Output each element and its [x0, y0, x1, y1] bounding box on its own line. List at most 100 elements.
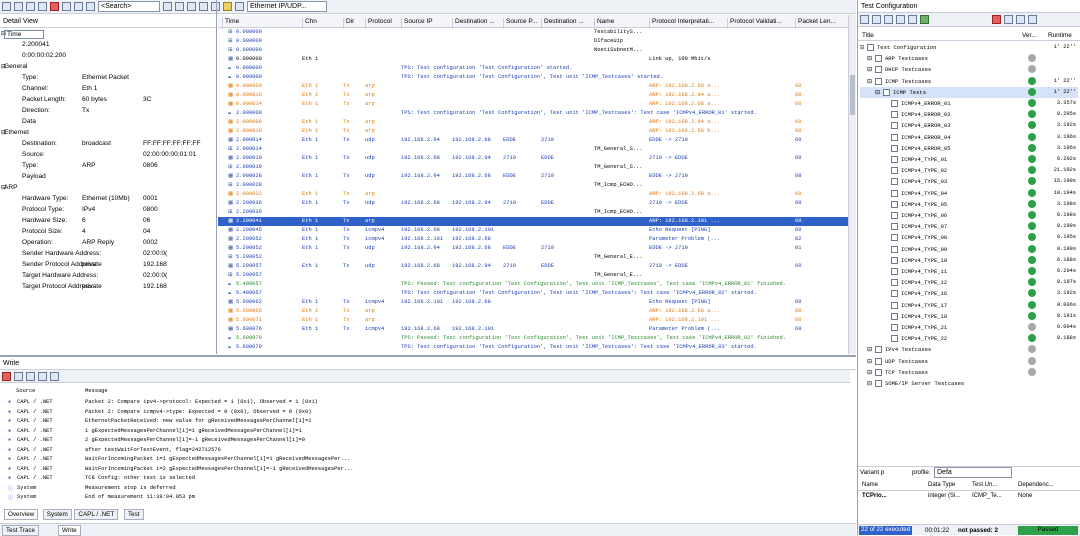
cfg-row[interactable]: ⊟ UDP Testcases: [860, 356, 1078, 367]
trace-row[interactable]: ⊞ 2.000019 TM_General_S...: [218, 163, 848, 172]
trace-row[interactable]: ▦ 2.200052 Eth 1 Tx icmpv4 192.168.2.101 192.1…: [218, 235, 848, 244]
cfg-row[interactable]: ⊟ ICMP Tests 1' 22'': [860, 86, 1078, 98]
checkbox[interactable]: [875, 368, 882, 376]
cfg-row[interactable]: ICMPv4_TYPE_21 0.004s: [860, 322, 1078, 333]
checkbox[interactable]: [891, 156, 898, 163]
write-tab-1[interactable]: System: [42, 509, 72, 520]
cfg-row[interactable]: ⊟ Test Configuration 1' 22'': [860, 42, 1078, 53]
trace-row[interactable]: ▦ 2.200045 Eth 1 Tx icmpv4 192.168.2.68 192.16…: [218, 226, 848, 235]
checkbox[interactable]: [891, 178, 898, 186]
detail-row[interactable]: Packet Length: 60 bytes 3C: [0, 95, 217, 106]
run-all-icon[interactable]: [920, 15, 929, 24]
checkbox[interactable]: [891, 189, 898, 197]
checkbox[interactable]: [891, 223, 898, 231]
detail-row[interactable]: 0:00:00:02.200: [0, 51, 217, 62]
cfg-row[interactable]: ⊟ TCP Testcases: [860, 367, 1078, 378]
checkbox[interactable]: [891, 290, 898, 298]
settings-icon[interactable]: [1016, 15, 1025, 24]
trace-row[interactable]: ▦ 5.600062 Eth 1 Tx icmpv4 192.168.2.101 192.1…: [218, 298, 848, 307]
detail-row[interactable]: Channel: Eth 1: [0, 84, 217, 95]
detail-row[interactable]: ⊟ Ethernet: [0, 128, 217, 139]
cfg-row[interactable]: ICMPv4_TYPE_10 6.188s: [860, 255, 1078, 266]
trace-row[interactable]: ⊞ 2.000028 TM_Icmp_ECHO...: [218, 181, 848, 190]
pause-icon[interactable]: [872, 15, 881, 24]
detail-row[interactable]: Target Hardware Address: 02:00:0(: [0, 271, 217, 282]
copy-icon[interactable]: [14, 371, 23, 381]
cfg-row[interactable]: ICMPv4_TYPE_16 3.192s: [860, 288, 1078, 299]
cfg-row[interactable]: ⊟ ARP Testcases: [860, 53, 1078, 64]
cfg-row[interactable]: ICMPv4_TYPE_22 0.188s: [860, 333, 1078, 344]
trace-row[interactable]: ▦ 2.200041 Eth 1 Tx arp ARP: 192.168.2.101 ..…: [218, 217, 848, 226]
trace-row[interactable]: ▬ 5.600079 TPS: Passed: Test configuration…: [218, 334, 848, 343]
cfg-row[interactable]: ICMPv4_TYPE_01 0.202s: [860, 154, 1078, 165]
write-row[interactable]: ● CAPL / .NET 2 gExpectedMessagesPerChanne…: [0, 436, 850, 445]
write-row[interactable]: ● CAPL / .NET TC8 Config: other test is se…: [0, 474, 850, 483]
trace-row[interactable]: ▦ 0.000014 Eth 1 Tx arp ARP: 192.168.2.68 a..…: [218, 100, 848, 109]
detail-row[interactable]: Hardware Size: 6 06: [0, 216, 217, 227]
write-tab-0[interactable]: Overview: [4, 509, 39, 520]
detail-row[interactable]: Destination: broadcast FF:FF:FF:FF:FF:FF: [0, 139, 217, 150]
checkbox[interactable]: [891, 144, 898, 152]
expand-icon[interactable]: ⊟: [867, 55, 872, 62]
cfg-row[interactable]: ICMPv4_TYPE_18 0.191s: [860, 311, 1078, 322]
detail-row[interactable]: Type: Ethernet Packet: [0, 73, 217, 84]
checkbox[interactable]: [891, 312, 898, 320]
checkbox[interactable]: [875, 346, 882, 354]
trace-row[interactable]: ▬ 2.000000 TPS: Test configuration 'Test C…: [218, 109, 848, 118]
detail-row[interactable]: Data: [0, 117, 217, 128]
trace-row[interactable]: ⊞ 0.000000 NoetiSubnetM...: [218, 46, 848, 55]
trace-row[interactable]: ▦ 2.000032 Eth 1 Tx arp ARP: 192.168.2.68 a..…: [218, 190, 848, 199]
clear-icon[interactable]: [2, 371, 11, 381]
write-row[interactable]: ● CAPL / .NET WaitForIncomingPacket i=2 gE…: [0, 465, 850, 474]
detail-row[interactable]: Type: ARP 0806: [0, 161, 217, 172]
variant-row[interactable]: TCPrio... integer (Si... ICMP_Te... None: [858, 492, 1080, 502]
cfg-row[interactable]: ICMPv4_TYPE_02 21.192s: [860, 165, 1078, 176]
detail-row[interactable]: Sender Protocol Address: private 192.168: [0, 260, 217, 271]
cfg-row[interactable]: ICMPv4_ERROR_05 3.196s: [860, 143, 1078, 154]
trace-row[interactable]: ▬ 0.000000 TPS: Test configuration 'Test C…: [218, 64, 848, 73]
detail-row[interactable]: Hardware Type: Ethernet (10Mb) 0001: [0, 194, 217, 205]
checkbox[interactable]: [875, 77, 882, 85]
checkbox[interactable]: [891, 268, 898, 275]
write-row[interactable]: ● CAPL / .NET 1 gExpectedMessagesPerChanne…: [0, 427, 850, 436]
detail-row[interactable]: 2.200041: [0, 40, 217, 51]
expand-icon[interactable]: ⊟: [867, 346, 872, 353]
write-row[interactable]: ● CAPL / .NET Packet 2: Compare icmpv4->ty…: [0, 408, 850, 417]
cfg-row[interactable]: ⊟ SOME/IP Server Testcases: [860, 378, 1078, 389]
trace-scrollbar[interactable]: [848, 15, 856, 354]
bottom-tab-0[interactable]: Test Trace: [2, 525, 40, 536]
checkbox[interactable]: [875, 66, 882, 74]
cfg-row[interactable]: ICMPv4_ERROR_01 3.357s: [860, 98, 1078, 109]
cfg-row[interactable]: ICMPv4_TYPE_04 18.194s: [860, 188, 1078, 199]
cfg-row[interactable]: ICMPv4_ERROR_03 3.192s: [860, 120, 1078, 131]
write-row[interactable]: ● CAPL / .NET WaitForIncomingPacket i=1 gE…: [0, 455, 850, 464]
write-tab-3[interactable]: Test: [124, 509, 144, 520]
trace-row[interactable]: ▦ 2.200036 Eth 1 Tx udp 192.168.2.68 192.168.2…: [218, 199, 848, 208]
expand-icon[interactable]: ⊟: [867, 380, 872, 387]
trace-row[interactable]: ▦ 5.200052 Eth 1 Tx udp 192.168.2.94 192.168.2…: [218, 244, 848, 253]
write-row[interactable]: ⓘ System End of measurement 11:39:04.053 p…: [0, 493, 850, 502]
trace-row[interactable]: ▦ 2.000014 Eth 1 Tx udp 192.168.2.94 192.168.2…: [218, 136, 848, 145]
checkbox[interactable]: [891, 324, 898, 331]
checkbox[interactable]: [891, 245, 898, 253]
trace-row[interactable]: ▬ 5.400057 TPS: Passed: Test configuration…: [218, 280, 848, 289]
checkbox[interactable]: [891, 279, 898, 287]
gear-icon[interactable]: [1028, 15, 1037, 24]
report-icon[interactable]: [1004, 15, 1013, 24]
checkbox[interactable]: [891, 133, 898, 141]
trace-row[interactable]: ▦ 5.200057 Eth 1 Tx udp 192.168.2.68 192.168.2…: [218, 262, 848, 271]
trace-row[interactable]: ▦ 0.000000 Eth 1 Tx arp ARP: 192.168.2.68 a..…: [218, 82, 848, 91]
checkbox[interactable]: [875, 380, 882, 387]
expand-icon[interactable]: ⊟: [867, 66, 872, 73]
cfg-row[interactable]: ICMPv4_TYPE_09 0.199s: [860, 244, 1078, 255]
trace-row[interactable]: ▬ 5.600079 TPS: Test configuration 'Test C…: [218, 343, 848, 352]
cfg-row[interactable]: ⊟ IPv4 Testcases: [860, 344, 1078, 355]
detail-row[interactable]: ⊟ General: [0, 62, 217, 73]
trace-row[interactable]: ▦ 5.600071 Eth 1 Tx arp ARP: 192.168.2.101 ..…: [218, 316, 848, 325]
checkbox[interactable]: [867, 44, 874, 51]
cfg-row[interactable]: ⊟ ICMP Testcases 1' 22'': [860, 76, 1078, 87]
expand-icon[interactable]: ⊟: [860, 44, 864, 51]
trace-row[interactable]: ▦ 5.600066 Eth 1 Tx arp ARP: 192.168.2.68 a..…: [218, 307, 848, 316]
trace-row[interactable]: ▦ 0.000000 Eth 1 Link up, 100 Mbit/s: [218, 55, 848, 64]
trace-row[interactable]: ⊞ 0.000000 TestabilityS...: [218, 28, 848, 37]
